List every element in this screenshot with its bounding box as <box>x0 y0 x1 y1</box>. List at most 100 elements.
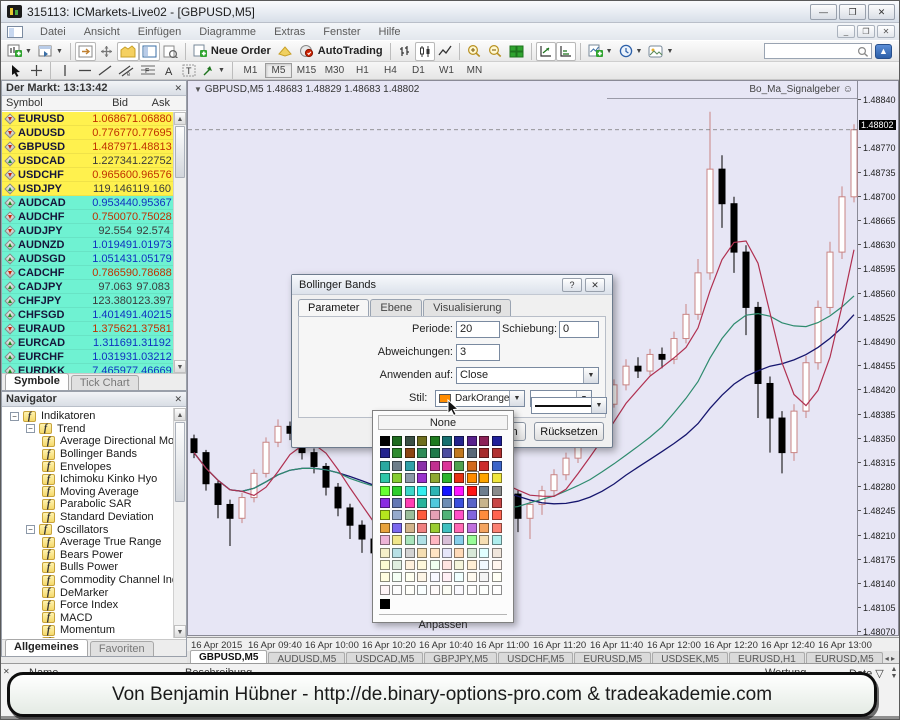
color-swatch[interactable] <box>454 535 464 545</box>
color-swatch[interactable] <box>442 523 452 533</box>
color-swatch[interactable] <box>454 560 464 570</box>
color-swatch[interactable] <box>380 498 390 508</box>
color-swatch[interactable] <box>442 572 452 582</box>
tree-item-bollinger-bands[interactable]: fBollinger Bands <box>2 448 173 461</box>
tab-symbole[interactable]: Symbole <box>5 373 69 390</box>
autoscroll-button[interactable] <box>96 42 117 61</box>
color-swatch[interactable] <box>442 585 452 595</box>
color-swatch[interactable] <box>454 473 464 483</box>
market-watch-scrollbar[interactable]: ▲ ▼ <box>173 112 186 373</box>
tab-allgemeines[interactable]: Allgemeines <box>5 639 88 656</box>
color-swatch[interactable] <box>454 523 464 533</box>
market-watch-row[interactable]: AUDNZD1.019491.01973 <box>2 238 174 252</box>
color-swatch[interactable] <box>479 572 489 582</box>
horizontal-line-tool[interactable] <box>75 61 95 80</box>
color-swatch[interactable] <box>430 548 440 558</box>
color-swatch[interactable] <box>405 585 415 595</box>
color-swatch[interactable] <box>479 436 489 446</box>
color-swatch[interactable] <box>380 535 390 545</box>
color-swatch[interactable] <box>392 548 402 558</box>
color-swatch[interactable] <box>430 461 440 471</box>
color-swatch[interactable] <box>467 535 477 545</box>
color-swatch[interactable] <box>479 486 489 496</box>
color-swatch[interactable] <box>405 535 415 545</box>
tree-item-macd[interactable]: fMACD <box>2 612 173 625</box>
color-swatch[interactable] <box>467 523 477 533</box>
color-swatch[interactable] <box>417 585 427 595</box>
color-swatch[interactable] <box>405 436 415 446</box>
color-swatch[interactable] <box>417 461 427 471</box>
color-swatch[interactable] <box>442 535 452 545</box>
color-swatch[interactable] <box>467 461 477 471</box>
color-swatch[interactable] <box>417 473 427 483</box>
color-swatch[interactable] <box>417 535 427 545</box>
color-swatch[interactable] <box>454 510 464 520</box>
color-swatch[interactable] <box>405 473 415 483</box>
tree-item-ichimoku-kinko-hyo[interactable]: fIchimoku Kinko Hyo <box>2 473 173 486</box>
market-watch-row[interactable]: EURCHF1.031931.03212 <box>2 350 174 364</box>
autotrading-button[interactable]: AutoTrading <box>296 42 386 61</box>
child-restore-button[interactable]: ❐ <box>857 25 875 38</box>
tree-item-momentum[interactable]: fMomentum <box>2 624 173 637</box>
color-swatch[interactable] <box>492 523 502 533</box>
tree-item-bears-power[interactable]: fBears Power <box>2 549 173 562</box>
col-ask[interactable]: Ask <box>132 97 174 109</box>
neue-order-button[interactable]: Neue Order <box>190 42 274 61</box>
color-swatch[interactable] <box>430 510 440 520</box>
color-swatch[interactable] <box>492 473 502 483</box>
color-swatch[interactable] <box>467 486 477 496</box>
expert-advisors-button[interactable] <box>117 42 139 61</box>
color-swatch[interactable] <box>442 498 452 508</box>
col-bid[interactable]: Bid <box>80 97 132 109</box>
color-swatch[interactable] <box>467 448 477 458</box>
color-swatch[interactable] <box>405 560 415 570</box>
color-swatch[interactable] <box>492 461 502 471</box>
dialog-tab-visualisierung[interactable]: Visualisierung <box>423 299 511 316</box>
chevron-down-icon[interactable]: ▼ <box>583 368 598 383</box>
color-swatch[interactable] <box>417 560 427 570</box>
market-watch-row[interactable]: EURCAD1.311691.31192 <box>2 336 174 350</box>
community-chat-icon[interactable]: ▲ <box>875 44 892 59</box>
tree-item-average-true-range[interactable]: fAverage True Range <box>2 536 173 549</box>
color-swatch[interactable] <box>417 572 427 582</box>
timeframe-button-mn[interactable]: MN <box>461 63 488 78</box>
color-swatch[interactable] <box>405 498 415 508</box>
timeframe-button-m15[interactable]: M15 <box>293 63 320 78</box>
dialog-tab-parameter[interactable]: Parameter <box>298 299 369 316</box>
color-anpassen-option[interactable]: Anpassen <box>373 615 513 631</box>
color-swatch[interactable] <box>442 473 452 483</box>
color-swatch[interactable] <box>492 486 502 496</box>
color-swatch[interactable] <box>380 548 390 558</box>
color-swatch[interactable] <box>430 585 440 595</box>
color-swatch[interactable] <box>479 473 489 483</box>
color-swatch[interactable] <box>405 523 415 533</box>
color-none-option[interactable]: None <box>378 415 508 430</box>
menu-item-extras[interactable]: Extras <box>265 25 314 39</box>
scrollbar-thumb[interactable] <box>175 126 185 178</box>
market-watch-row[interactable]: AUDCAD0.953440.95367 <box>2 196 174 210</box>
color-swatch[interactable] <box>454 436 464 446</box>
color-swatch[interactable] <box>380 510 390 520</box>
color-swatch[interactable] <box>380 585 390 595</box>
tree-item-oscillators[interactable]: −fOscillators <box>2 523 173 536</box>
add-indicator-button[interactable]: ▼ <box>585 42 616 61</box>
timeframe-button-d1[interactable]: D1 <box>405 63 432 78</box>
color-swatch[interactable] <box>442 448 452 458</box>
color-swatch[interactable] <box>467 548 477 558</box>
tree-item-commodity-channel-index[interactable]: fCommodity Channel Index <box>2 574 173 587</box>
color-swatch[interactable] <box>454 448 464 458</box>
color-swatch[interactable] <box>442 548 452 558</box>
color-swatch[interactable] <box>492 498 502 508</box>
navigator-header[interactable]: Navigator ✕ <box>2 392 186 407</box>
color-swatch[interactable] <box>392 473 402 483</box>
color-swatch[interactable] <box>405 486 415 496</box>
expander-minus-icon[interactable]: − <box>26 525 35 534</box>
color-swatch[interactable] <box>467 498 477 508</box>
color-swatch[interactable] <box>492 510 502 520</box>
color-swatch[interactable] <box>442 560 452 570</box>
color-swatch[interactable] <box>454 498 464 508</box>
color-swatch[interactable] <box>467 585 477 595</box>
market-watch-row[interactable]: EURAUD1.375621.37581 <box>2 322 174 336</box>
color-swatch[interactable] <box>392 486 402 496</box>
market-watch-row[interactable]: USDJPY119.146119.160 <box>2 182 174 196</box>
